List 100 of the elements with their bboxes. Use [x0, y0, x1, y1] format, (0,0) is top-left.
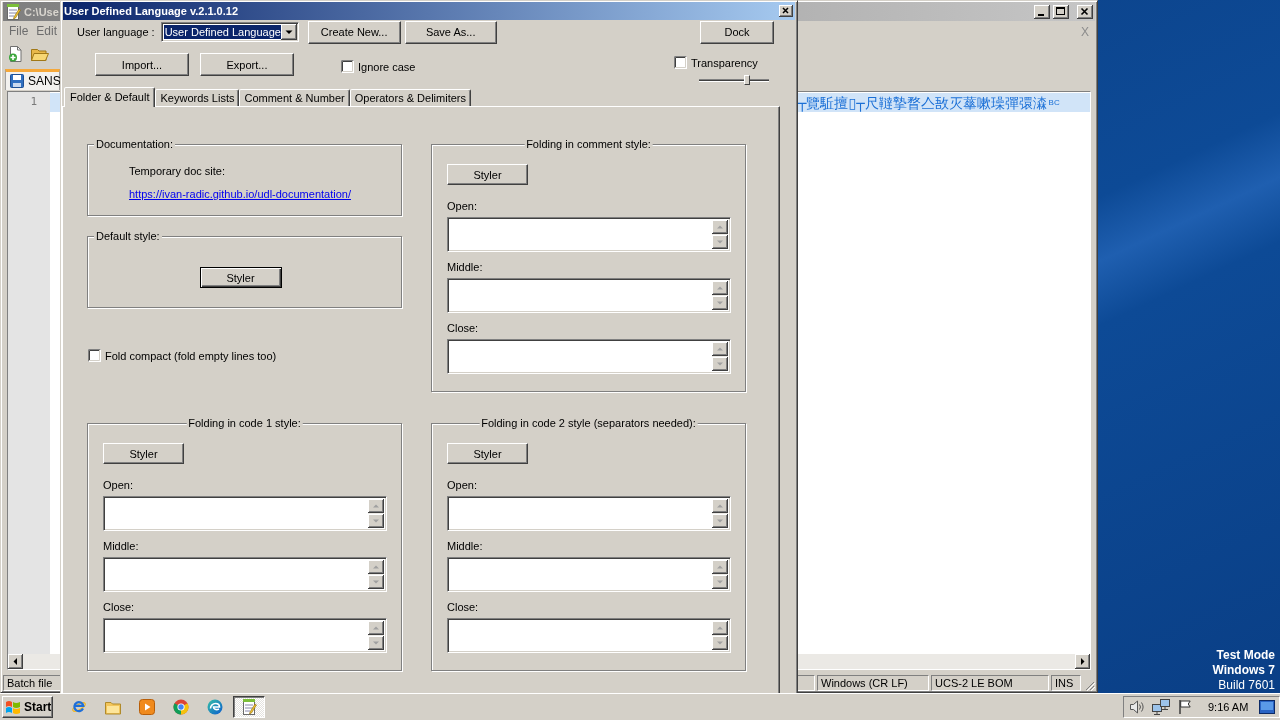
text-field[interactable] [447, 278, 731, 313]
tab[interactable]: Operators & Delimiters [349, 89, 471, 106]
resize-grip-icon[interactable] [1083, 679, 1095, 691]
ignore-case-checkbox[interactable]: Ignore case [341, 60, 416, 73]
scroll-up-icon[interactable] [712, 560, 728, 574]
tab[interactable]: Keywords Lists [155, 89, 240, 106]
maximize-icon[interactable] [1053, 4, 1069, 19]
styler-button[interactable]: Styler [447, 443, 528, 464]
doc-link[interactable]: https://ivan-radic.github.io/udl-documentation/ [129, 188, 351, 201]
create-button[interactable]: Create New... [307, 20, 401, 44]
styler-button[interactable]: Styler [447, 164, 528, 185]
doc-site-label: Temporary doc site: [129, 165, 225, 178]
field-label: Middle: [103, 540, 139, 553]
new-file-icon[interactable] [8, 46, 24, 62]
field-label: Middle: [447, 261, 483, 274]
styler-button[interactable]: Styler [199, 267, 282, 288]
line-number: 1 [30, 94, 37, 110]
text-field[interactable] [103, 496, 387, 531]
close-icon[interactable] [779, 5, 793, 17]
export-button[interactable]: Export... [200, 53, 294, 76]
scroll-down-icon[interactable] [368, 514, 384, 528]
notepad-icon [241, 699, 257, 715]
scroll-down-icon[interactable] [712, 235, 728, 249]
start-button[interactable]: Start [2, 696, 53, 718]
open-folder-icon[interactable] [31, 46, 49, 62]
screen-icon[interactable] [1259, 700, 1276, 714]
folder-icon [105, 699, 121, 715]
field-label: Close: [103, 601, 135, 614]
scroll-up-icon[interactable] [712, 621, 728, 635]
round-logo-icon [173, 699, 189, 715]
close-icon[interactable] [1077, 4, 1093, 19]
field-label: Middle: [447, 540, 483, 553]
checkbox-icon[interactable] [88, 349, 101, 362]
scroll-up-icon[interactable] [712, 342, 728, 356]
text-field[interactable] [447, 339, 731, 374]
notepad-icon [5, 3, 21, 20]
field-label: Close: [447, 601, 479, 614]
slider-thumb[interactable] [743, 75, 750, 85]
scroll-down-icon[interactable] [712, 575, 728, 589]
encoding-status: UCS-2 LE BOM [931, 675, 1049, 691]
transparency-checkbox[interactable]: Transparency [674, 56, 769, 69]
language-dropdown[interactable]: User Defined Language [160, 22, 299, 42]
text-field[interactable] [447, 496, 731, 531]
speaker-icon[interactable] [1129, 699, 1145, 715]
group-title: Folding in code 2 style (separators needed): [479, 417, 698, 430]
minimize-icon[interactable] [1034, 4, 1050, 19]
dialog-title: User Defined Language v.2.1.0.12 [64, 5, 239, 17]
scroll-up-icon[interactable] [712, 499, 728, 513]
e-icon [71, 699, 87, 715]
scroll-up-icon[interactable] [368, 560, 384, 574]
field-label: Close: [447, 322, 479, 335]
field-label: Open: [447, 479, 477, 492]
field-label: User language : [77, 26, 155, 38]
group-title: Folding in code 1 style: [186, 417, 303, 430]
waving-flag-icon [5, 699, 21, 715]
test-mode-text: Test Mode [1216, 648, 1275, 663]
document-tab[interactable]: SANS [5, 69, 60, 90]
scroll-down-icon[interactable] [368, 575, 384, 589]
scroll-down-icon[interactable] [712, 296, 728, 310]
scroll-down-icon[interactable] [712, 514, 728, 528]
scroll-left-icon[interactable] [8, 654, 23, 669]
scroll-down-icon[interactable] [368, 636, 384, 650]
network-icon[interactable] [1152, 699, 1170, 715]
window-title: C:\Use [24, 5, 59, 18]
group-title: Folding in comment style: [524, 138, 653, 151]
taskbar-button[interactable] [233, 696, 265, 718]
os-name-text: Windows 7 [1212, 663, 1275, 678]
scroll-up-icon[interactable] [712, 281, 728, 295]
scroll-down-icon[interactable] [712, 636, 728, 650]
field-label: Open: [103, 479, 133, 492]
text-field[interactable] [447, 618, 731, 653]
styler-button[interactable]: Styler [103, 443, 184, 464]
text-field[interactable] [103, 557, 387, 592]
checkbox-icon[interactable] [341, 60, 354, 73]
group-title: Default style: [94, 230, 162, 243]
field-label: Open: [447, 200, 477, 213]
text-field[interactable] [103, 618, 387, 653]
flag-icon[interactable] [1177, 699, 1193, 715]
group-title: Documentation: [94, 138, 176, 151]
tab[interactable]: Folder & Default [64, 87, 156, 107]
scroll-right-icon[interactable] [1075, 654, 1090, 669]
caret-icon[interactable] [280, 24, 297, 40]
build-text: Build 7601 [1218, 678, 1275, 693]
text-field[interactable] [447, 557, 731, 592]
scroll-up-icon[interactable] [368, 621, 384, 635]
scroll-up-icon[interactable] [712, 220, 728, 234]
checkbox-icon[interactable] [674, 56, 687, 69]
swirl-icon [207, 699, 223, 715]
save-as-button[interactable]: Save As... [404, 20, 497, 44]
clock: 9:16 AM [1208, 701, 1249, 713]
line-ending-status: Windows (CR LF) [817, 675, 929, 691]
scroll-up-icon[interactable] [368, 499, 384, 513]
fold-compact-checkbox[interactable]: Fold compact (fold empty lines too) [88, 349, 402, 362]
tab[interactable]: Comment & Number [239, 89, 350, 106]
control-char-mark: BC [1048, 98, 1060, 107]
play-icon [139, 699, 155, 715]
dock-button[interactable]: Dock [700, 20, 774, 44]
scroll-down-icon[interactable] [712, 357, 728, 371]
text-field[interactable] [447, 217, 731, 252]
import-button[interactable]: Import... [95, 53, 189, 76]
